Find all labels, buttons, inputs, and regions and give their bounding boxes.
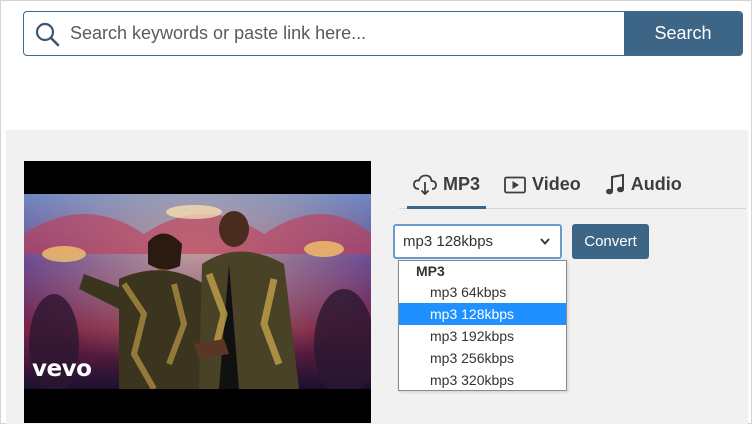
chevron-down-icon [540, 238, 550, 245]
dropdown-group-label: MP3 [416, 263, 445, 279]
search-field[interactable] [24, 12, 624, 55]
search-icon [34, 21, 60, 47]
dropdown-option-128[interactable]: mp3 128kbps [399, 303, 566, 325]
quality-dropdown-list: MP3 mp3 64kbps mp3 128kbps mp3 192kbps m… [398, 260, 567, 391]
search-input[interactable] [70, 23, 624, 44]
dropdown-option-64[interactable]: mp3 64kbps [399, 281, 566, 303]
format-tabs: MP3 Video Audio [407, 170, 700, 209]
tab-label: MP3 [443, 174, 481, 194]
tab-label: Video [532, 174, 581, 194]
dropdown-option-256[interactable]: mp3 256kbps [399, 347, 566, 369]
convert-button[interactable]: Convert [572, 224, 649, 259]
dropdown-option-320[interactable]: mp3 320kbps [399, 369, 566, 391]
video-thumbnail[interactable]: vevo [24, 161, 371, 423]
download-cloud-icon [413, 174, 437, 196]
tab-video[interactable]: Video [498, 170, 587, 209]
search-button[interactable]: Search [624, 12, 742, 55]
tab-mp3[interactable]: MP3 [407, 170, 487, 209]
search-bar: Search [23, 11, 743, 56]
tab-audio[interactable]: Audio [599, 170, 688, 209]
quality-select-value: mp3 128kbps [403, 233, 494, 250]
tab-label: Audio [630, 174, 682, 194]
dropdown-option-192[interactable]: mp3 192kbps [399, 325, 566, 347]
play-video-icon [504, 176, 526, 194]
quality-select[interactable]: mp3 128kbps [393, 224, 562, 259]
vevo-logo: vevo [32, 356, 92, 382]
music-note-icon [605, 173, 625, 196]
